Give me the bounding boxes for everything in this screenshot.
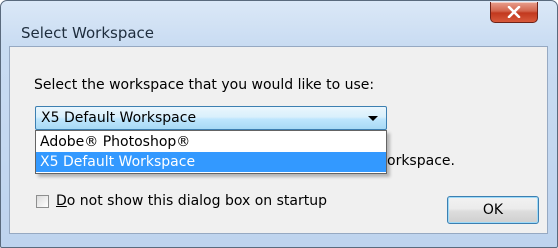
close-x-icon (507, 6, 521, 18)
workspace-dropdown-list: Adobe® Photoshop® X5 Default Workspace (35, 130, 387, 174)
ok-button[interactable]: OK (447, 196, 539, 224)
title-bar[interactable]: Select Workspace (1, 1, 557, 42)
dialog-content: Select the workspace that you would like… (9, 46, 548, 234)
startup-checkbox-label[interactable]: Do not show this dialog box on startup (56, 193, 327, 209)
dialog-window: Select Workspace Select the workspace th… (0, 0, 558, 248)
checkbox-label-text: o not show this dialog box on startup (66, 193, 327, 209)
workspace-select[interactable]: X5 Default Workspace (35, 106, 387, 130)
workspace-prompt: Select the workspace that you would like… (34, 77, 375, 93)
window-title: Select Workspace (21, 24, 155, 42)
dropdown-option-photoshop[interactable]: Adobe® Photoshop® (36, 132, 386, 152)
chevron-down-icon[interactable] (368, 116, 378, 121)
close-button[interactable] (490, 2, 538, 23)
description-text: orkspace. (387, 153, 455, 169)
workspace-select-value: X5 Default Workspace (41, 110, 197, 126)
startup-checkbox[interactable] (36, 195, 49, 208)
mnemonic-letter: D (56, 193, 67, 209)
dropdown-option-x5-default[interactable]: X5 Default Workspace (36, 152, 386, 172)
